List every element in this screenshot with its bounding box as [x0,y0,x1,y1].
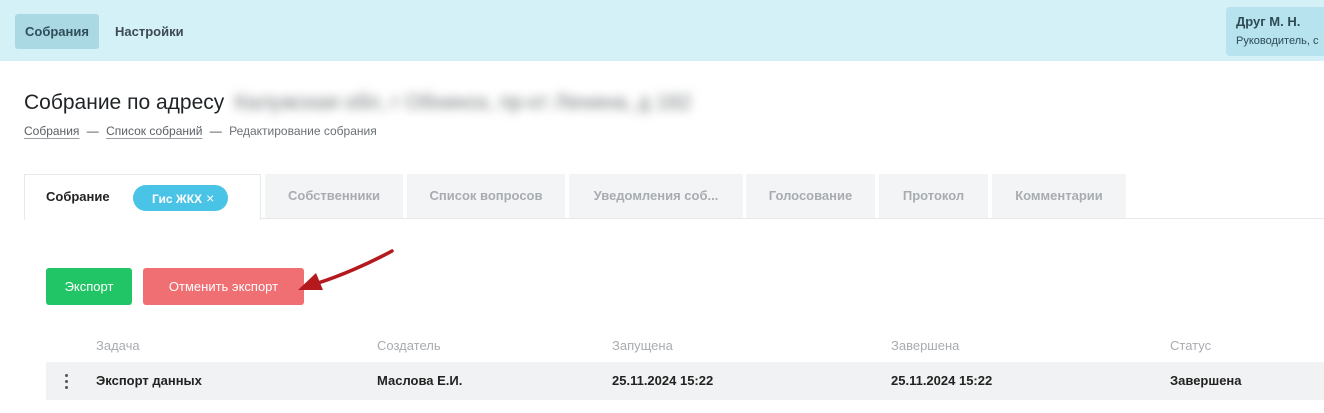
breadcrumb-separator: — [86,124,99,138]
breadcrumb-current: Редактирование собрания [229,124,377,138]
page-title: Собрание по адресу [24,91,225,114]
gis-zhkh-chip[interactable]: Гис ЖКХ × [133,185,229,211]
cell-status: Завершена [1170,373,1242,388]
user-role: Руководитель, с [1236,35,1319,47]
tab-questions[interactable]: Список вопросов [407,174,565,218]
nav-item-settings[interactable]: Настройки [105,14,194,49]
column-header-status[interactable]: Статус [1170,338,1211,353]
breadcrumb-separator: — [209,124,222,138]
cell-task: Экспорт данных [96,373,202,388]
breadcrumb: Собрания — Список собраний — Редактирова… [24,124,377,138]
nav-item-meetings[interactable]: Собрания [15,14,99,49]
column-header-task[interactable]: Задача [96,338,140,353]
tab-owners[interactable]: Собственники [265,174,403,218]
user-card[interactable]: Друг М. Н. Руководитель, с [1226,7,1324,56]
export-button[interactable]: Экспорт [46,268,132,305]
column-header-creator[interactable]: Создатель [377,338,441,353]
breadcrumb-meeting-list[interactable]: Список собраний [106,124,202,138]
close-icon[interactable]: × [206,190,214,206]
user-name: Друг М. Н. [1236,14,1301,29]
tab-voting[interactable]: Голосование [746,174,875,218]
column-header-started[interactable]: Запущена [612,338,673,353]
cancel-export-button[interactable]: Отменить экспорт [143,268,304,305]
page-title-row: Собрание по адресу Калужская обл, г Обни… [24,88,691,118]
cell-started: 25.11.2024 15:22 [612,373,714,388]
tab-comments[interactable]: Комментарии [992,174,1126,218]
gis-chip-label: Гис ЖКХ [152,192,203,206]
column-header-finished[interactable]: Завершена [891,338,959,353]
tab-protocol[interactable]: Протокол [879,174,988,218]
tab-meeting-label: Собрание [46,189,110,204]
red-arrow-annotation [298,249,394,290]
blurred-address: Калужская обл, г Обнинск, пр-кт Ленина, … [234,91,692,114]
breadcrumb-meetings[interactable]: Собрания [24,124,79,138]
top-navbar: Собрания Настройки Друг М. Н. Руководите… [0,0,1324,61]
tab-notifications[interactable]: Уведомления соб... [569,174,743,218]
cell-creator: Маслова Е.И. [377,373,463,388]
kebab-menu-icon[interactable] [60,372,74,392]
cell-finished: 25.11.2024 15:22 [891,373,993,388]
tab-meeting[interactable]: Собрание Гис ЖКХ × [24,174,261,220]
